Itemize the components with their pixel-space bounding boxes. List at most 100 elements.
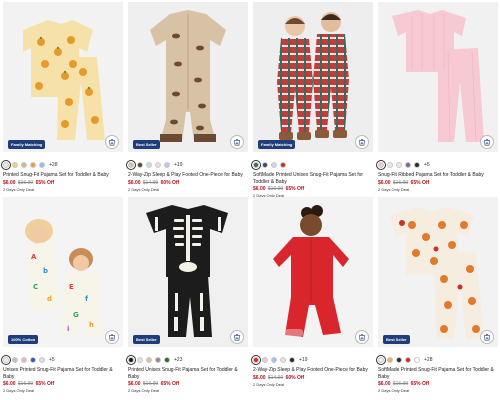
color-swatch[interactable]: [21, 357, 27, 363]
quick-add-bag-icon[interactable]: [355, 330, 369, 344]
svg-text:A: A: [31, 253, 37, 261]
color-swatch[interactable]: [155, 162, 161, 168]
color-swatch[interactable]: [387, 162, 393, 168]
color-swatch[interactable]: [12, 162, 18, 168]
color-swatch[interactable]: [39, 162, 45, 168]
color-swatch[interactable]: [387, 357, 393, 363]
color-swatches: +5: [1, 355, 123, 365]
color-swatch[interactable]: [376, 355, 386, 365]
product-card[interactable]: +19 2-Way-Zip Sleep & Play Footed One-Pi…: [251, 197, 373, 393]
more-colors-link[interactable]: +19: [299, 357, 307, 363]
color-swatch[interactable]: [21, 162, 27, 168]
product-title[interactable]: Snug-Fit Ribbed Pajama Set for Toddler &…: [378, 172, 498, 179]
color-swatch[interactable]: [146, 162, 152, 168]
discount-label: 65% Off: [410, 381, 430, 387]
color-swatch[interactable]: [126, 160, 136, 170]
more-colors-link[interactable]: +19: [174, 162, 182, 168]
product-image[interactable]: Best Seller: [378, 197, 498, 347]
color-swatch[interactable]: [271, 357, 277, 363]
color-swatch[interactable]: [280, 162, 286, 168]
color-swatches: +28: [1, 160, 123, 170]
quick-add-bag-icon[interactable]: [480, 330, 494, 344]
color-swatch[interactable]: [30, 357, 36, 363]
more-colors-link[interactable]: +5: [424, 162, 430, 168]
price-line: $6.00 $16.99 65% Off: [253, 186, 373, 192]
more-colors-link[interactable]: +28: [424, 357, 432, 363]
quick-add-bag-icon[interactable]: [105, 330, 119, 344]
product-title[interactable]: SoftMade Printed Snug-Fit Pajama Set for…: [378, 367, 498, 380]
product-grid: Family Matching +28 Printed Snug-Fit Paj…: [0, 0, 500, 400]
product-image[interactable]: Best Seller: [128, 2, 248, 152]
product-image[interactable]: Best Seller: [128, 197, 248, 347]
quick-add-bag-icon[interactable]: [230, 135, 244, 149]
product-card[interactable]: Best Seller +23 Printed Unisex Snug-Fit …: [126, 197, 248, 393]
quick-add-bag-icon[interactable]: [230, 330, 244, 344]
color-swatch[interactable]: [262, 357, 268, 363]
color-swatch[interactable]: [280, 357, 286, 363]
quick-add-bag-icon[interactable]: [355, 135, 369, 149]
product-card[interactable]: +5 Snug-Fit Ribbed Pajama Set for Toddle…: [376, 2, 498, 198]
svg-text:G: G: [73, 311, 79, 319]
product-title[interactable]: Unisex Printed Snug-Fit Pajama Set for T…: [3, 367, 123, 380]
product-image[interactable]: AbC dEf Ghi 100% Cotton: [3, 197, 123, 347]
svg-text:d: d: [47, 295, 52, 303]
more-colors-link[interactable]: +5: [49, 357, 55, 363]
color-swatch[interactable]: [251, 355, 261, 365]
color-swatch[interactable]: [39, 357, 45, 363]
sale-price: $6.00: [378, 179, 391, 186]
product-image[interactable]: [253, 197, 373, 347]
color-swatch[interactable]: [137, 357, 143, 363]
color-swatch[interactable]: [164, 162, 170, 168]
quick-add-bag-icon[interactable]: [105, 135, 119, 149]
product-image[interactable]: Family Matching: [3, 2, 123, 152]
color-swatch[interactable]: [289, 357, 295, 363]
color-swatch[interactable]: [405, 357, 411, 363]
color-swatches: +28: [376, 355, 498, 365]
product-card[interactable]: Family Matching SoftMade Printed Unisex …: [251, 2, 373, 198]
product-title[interactable]: Printed Snug-Fit Pajama Set for Toddler …: [3, 172, 123, 179]
color-swatch[interactable]: [164, 357, 170, 363]
color-swatch[interactable]: [251, 160, 261, 170]
color-swatch[interactable]: [30, 162, 36, 168]
color-swatch[interactable]: [155, 357, 161, 363]
color-swatch[interactable]: [12, 357, 18, 363]
price-line: $6.00 $16.99 65% Off: [128, 381, 248, 387]
sale-price: $6.00: [253, 186, 266, 192]
product-title[interactable]: 2-Way-Zip Sleep & Play Footed One-Piece …: [128, 172, 248, 179]
color-swatch[interactable]: [414, 357, 420, 363]
color-swatch[interactable]: [396, 162, 402, 168]
product-badge: Best Seller: [133, 140, 160, 149]
color-swatch[interactable]: [271, 162, 277, 168]
svg-text:i: i: [67, 325, 69, 333]
product-card[interactable]: Best Seller +28 SoftMade Printed Snug-Fi…: [376, 197, 498, 393]
color-swatch[interactable]: [146, 357, 152, 363]
quick-add-bag-icon[interactable]: [480, 135, 494, 149]
product-card[interactable]: AbC dEf Ghi 100% Cotton +5 Unisex Printe…: [1, 197, 123, 393]
color-swatch[interactable]: [1, 160, 11, 170]
color-swatch[interactable]: [405, 162, 411, 168]
more-colors-link[interactable]: +28: [49, 162, 57, 168]
product-title[interactable]: Printed Unisex Snug-Fit Pajama Set for T…: [128, 367, 248, 380]
color-swatch[interactable]: [137, 162, 143, 168]
color-swatch[interactable]: [396, 357, 402, 363]
more-colors-link[interactable]: +23: [174, 357, 182, 363]
color-swatch[interactable]: [376, 160, 386, 170]
discount-label: 65% Off: [35, 381, 55, 387]
price-line: $6.00 $14.99 60% Off: [253, 375, 373, 381]
price-line: $6.00 $14.99 60% Off: [128, 180, 248, 186]
product-image[interactable]: Family Matching: [253, 2, 373, 152]
color-swatches: +23: [126, 355, 248, 365]
product-image[interactable]: [378, 2, 498, 152]
color-swatch[interactable]: [414, 162, 420, 168]
deal-label: 2 Days Only Deal: [128, 388, 160, 393]
deal-label: 2 Days Only Deal: [3, 388, 35, 393]
color-swatch[interactable]: [262, 162, 268, 168]
product-card[interactable]: Best Seller +19 2-Way-Zip Sleep & Play F…: [126, 2, 248, 198]
color-swatch[interactable]: [1, 355, 11, 365]
color-swatches: +19: [126, 160, 248, 170]
original-price: $16.99: [17, 381, 34, 387]
product-card[interactable]: Family Matching +28 Printed Snug-Fit Paj…: [1, 2, 123, 198]
product-title[interactable]: 2-Way-Zip Sleep & Play Footed One-Piece …: [253, 367, 373, 374]
product-title[interactable]: SoftMade Printed Unisex Snug-Fit Pajama …: [253, 172, 373, 185]
color-swatch[interactable]: [126, 355, 136, 365]
